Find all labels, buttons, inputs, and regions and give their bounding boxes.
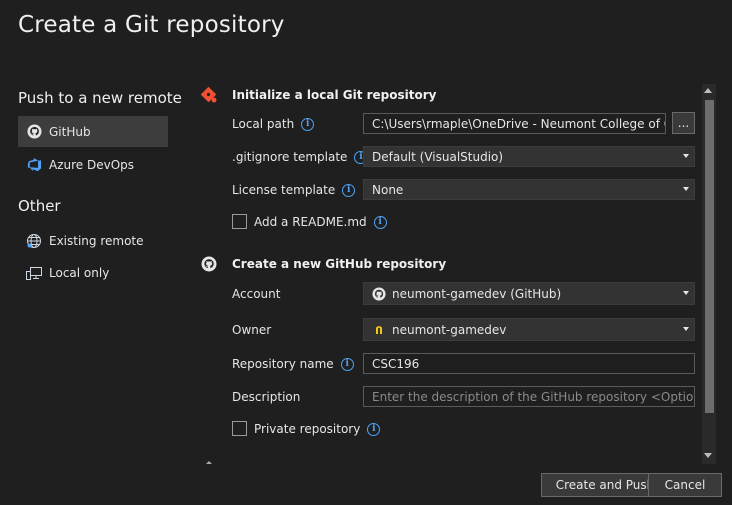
- license-label-text: License template: [232, 183, 336, 197]
- gitignore-label: .gitignore template i: [232, 150, 368, 164]
- chevron-down-icon: [683, 187, 689, 191]
- info-icon[interactable]: i: [301, 117, 315, 131]
- readme-label: Add a README.md i: [254, 215, 387, 229]
- scroll-up-icon[interactable]: [704, 88, 712, 93]
- private-label: Private repository i: [254, 422, 381, 436]
- github-repo-title: Create a new GitHub repository: [232, 257, 447, 271]
- info-icon[interactable]: i: [367, 422, 381, 436]
- nav-item-github[interactable]: GitHub: [18, 116, 168, 147]
- repo-name-label-text: Repository name: [232, 357, 334, 371]
- globe-icon: [26, 233, 42, 249]
- collapse-chevron-icon: [206, 461, 212, 464]
- scrollbar-thumb[interactable]: [705, 100, 714, 413]
- git-icon: [200, 86, 218, 107]
- github-icon: [372, 286, 386, 301]
- description-placeholder: Enter the description of the GitHub repo…: [372, 389, 695, 404]
- chevron-down-icon: [683, 291, 689, 295]
- nav-item-existing-remote[interactable]: Existing remote: [18, 225, 168, 256]
- browse-button[interactable]: ...: [672, 112, 695, 134]
- github-icon: [201, 256, 217, 275]
- push-remote-heading: Push to a new remote: [18, 89, 182, 107]
- account-value: neumont-gamedev (GitHub): [392, 286, 562, 301]
- computer-icon: [26, 265, 42, 281]
- account-label: Account: [232, 287, 281, 301]
- repo-name-label: Repository name i: [232, 357, 354, 371]
- local-path-label: Local path i: [232, 117, 315, 131]
- azure-devops-icon: [26, 157, 42, 173]
- nav-item-azure-devops[interactable]: Azure DevOps: [18, 149, 168, 180]
- repo-name-input[interactable]: CSC196: [363, 353, 695, 374]
- owner-label: Owner: [232, 323, 272, 337]
- info-icon[interactable]: i: [373, 215, 387, 229]
- chevron-down-icon: [683, 154, 689, 158]
- private-checkbox[interactable]: [232, 421, 247, 436]
- gitignore-value: Default (VisualStudio): [372, 149, 504, 164]
- local-repo-title: Initialize a local Git repository: [232, 88, 437, 102]
- cancel-button[interactable]: Cancel: [648, 473, 722, 497]
- license-dropdown[interactable]: None: [363, 179, 695, 200]
- scroll-down-icon[interactable]: [704, 453, 712, 458]
- description-input[interactable]: Enter the description of the GitHub repo…: [363, 386, 695, 407]
- info-icon[interactable]: i: [342, 183, 356, 197]
- other-heading: Other: [18, 197, 61, 215]
- description-label: Description: [232, 390, 301, 404]
- account-dropdown[interactable]: neumont-gamedev (GitHub): [363, 282, 695, 305]
- nav-item-label: Local only: [49, 265, 110, 280]
- nav-item-label: GitHub: [49, 124, 91, 139]
- readme-checkbox[interactable]: [232, 214, 247, 229]
- readme-label-text: Add a README.md: [254, 215, 367, 229]
- nav-item-label: Existing remote: [49, 233, 144, 248]
- owner-dropdown[interactable]: neumont-gamedev: [363, 318, 695, 341]
- github-icon: [26, 124, 42, 140]
- local-path-input[interactable]: C:\Users\rmaple\OneDrive - Neumont Colle…: [363, 113, 666, 134]
- gitignore-dropdown[interactable]: Default (VisualStudio): [363, 146, 695, 167]
- dialog-title: Create a Git repository: [18, 12, 285, 38]
- license-value: None: [372, 182, 404, 197]
- nav-item-local-only[interactable]: Local only: [18, 257, 168, 288]
- info-icon[interactable]: i: [340, 357, 354, 371]
- private-label-text: Private repository: [254, 422, 361, 436]
- gitignore-label-text: .gitignore template: [232, 150, 348, 164]
- license-label: License template i: [232, 183, 356, 197]
- nav-item-label: Azure DevOps: [49, 157, 135, 172]
- chevron-down-icon: [683, 327, 689, 331]
- owner-avatar-icon: [372, 323, 386, 337]
- owner-value: neumont-gamedev: [392, 322, 507, 337]
- local-path-label-text: Local path: [232, 117, 295, 131]
